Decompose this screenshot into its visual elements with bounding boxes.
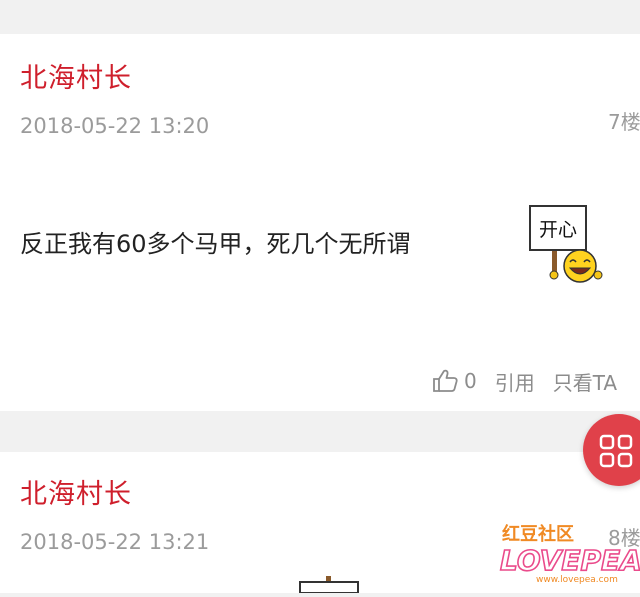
like-button[interactable]: 0 [432,369,477,393]
floor-number: 7楼 [608,110,640,134]
emoji-sign-text: 开心 [539,219,577,241]
like-count: 0 [464,369,477,393]
post-time: 2018-05-22 13:21 [20,530,210,554]
post-actions: 0 引用 只看TA [432,366,617,396]
author-name[interactable]: 北海村长 [20,56,132,95]
post-card: 北海村长 2018-05-22 13:20 7楼 反正我有60多个马甲，死几个无… [0,34,640,411]
only-author-button[interactable]: 只看TA [553,367,617,396]
watermark-logo-text: LOVEPEA [500,544,640,577]
quote-button[interactable]: 引用 [495,367,535,396]
quote-label: 引用 [494,370,535,395]
post-content: 反正我有60多个马甲，死几个无所谓 [20,230,411,258]
lovepea-watermark-logo: 红豆社区 LOVEPEA www.lovepea.com [498,520,640,596]
only-author-label: 只看TA [552,370,618,395]
grid-menu-icon [599,434,633,468]
happy-sign-emoji-icon: 开心 [524,170,608,294]
watermark-title: 红豆社区 [502,523,574,545]
watermark-url: www.lovepea.com [536,575,618,585]
thumbs-up-icon [433,369,458,392]
sign-emoji-icon [298,576,368,597]
post-time: 2018-05-22 13:20 [20,114,210,138]
author-name[interactable]: 北海村长 [20,472,132,511]
